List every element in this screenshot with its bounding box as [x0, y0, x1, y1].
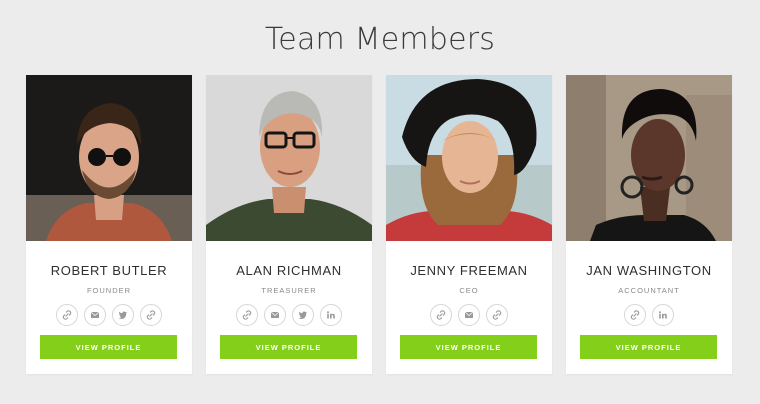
member-role: TREASURER [261, 286, 317, 295]
linkedin-icon[interactable] [652, 304, 674, 326]
linkedin-icon[interactable] [320, 304, 342, 326]
email-icon[interactable] [264, 304, 286, 326]
link-icon[interactable] [486, 304, 508, 326]
email-icon[interactable] [84, 304, 106, 326]
team-cards: ROBERT BUTLER FOUNDER VIEW PROFILE ALAN … [26, 75, 732, 374]
member-name: JAN WASHINGTON [586, 263, 712, 278]
member-photo [386, 75, 552, 241]
team-card-robert-butler: ROBERT BUTLER FOUNDER VIEW PROFILE [26, 75, 192, 374]
twitter-icon[interactable] [292, 304, 314, 326]
team-card-jan-washington: JAN WASHINGTON ACCOUNTANT VIEW PROFILE [566, 75, 732, 374]
team-card-jenny-freeman: JENNY FREEMAN CEO VIEW PROFILE [386, 75, 552, 374]
link-icon[interactable] [430, 304, 452, 326]
member-name: ROBERT BUTLER [50, 263, 168, 278]
member-role: ACCOUNTANT [618, 286, 680, 295]
social-links [566, 304, 732, 326]
view-profile-button[interactable]: VIEW PROFILE [40, 335, 177, 359]
link-icon[interactable] [624, 304, 646, 326]
email-icon[interactable] [458, 304, 480, 326]
member-role: CEO [459, 286, 479, 295]
link-icon[interactable] [56, 304, 78, 326]
view-profile-button[interactable]: VIEW PROFILE [400, 335, 537, 359]
member-name: ALAN RICHMAN [236, 263, 342, 278]
social-links [386, 304, 552, 326]
member-photo [566, 75, 732, 241]
social-links [26, 304, 192, 326]
member-photo [206, 75, 372, 241]
view-profile-button[interactable]: VIEW PROFILE [220, 335, 357, 359]
social-links [206, 304, 372, 326]
link-icon[interactable] [236, 304, 258, 326]
page-title: Team Members [264, 22, 496, 57]
member-role: FOUNDER [86, 286, 132, 295]
twitter-icon[interactable] [112, 304, 134, 326]
team-card-alan-richman: ALAN RICHMAN TREASURER VIEW PROFILE [206, 75, 372, 374]
member-name: JENNY FREEMAN [410, 263, 528, 278]
view-profile-button[interactable]: VIEW PROFILE [580, 335, 717, 359]
member-photo [26, 75, 192, 241]
link-icon[interactable] [140, 304, 162, 326]
